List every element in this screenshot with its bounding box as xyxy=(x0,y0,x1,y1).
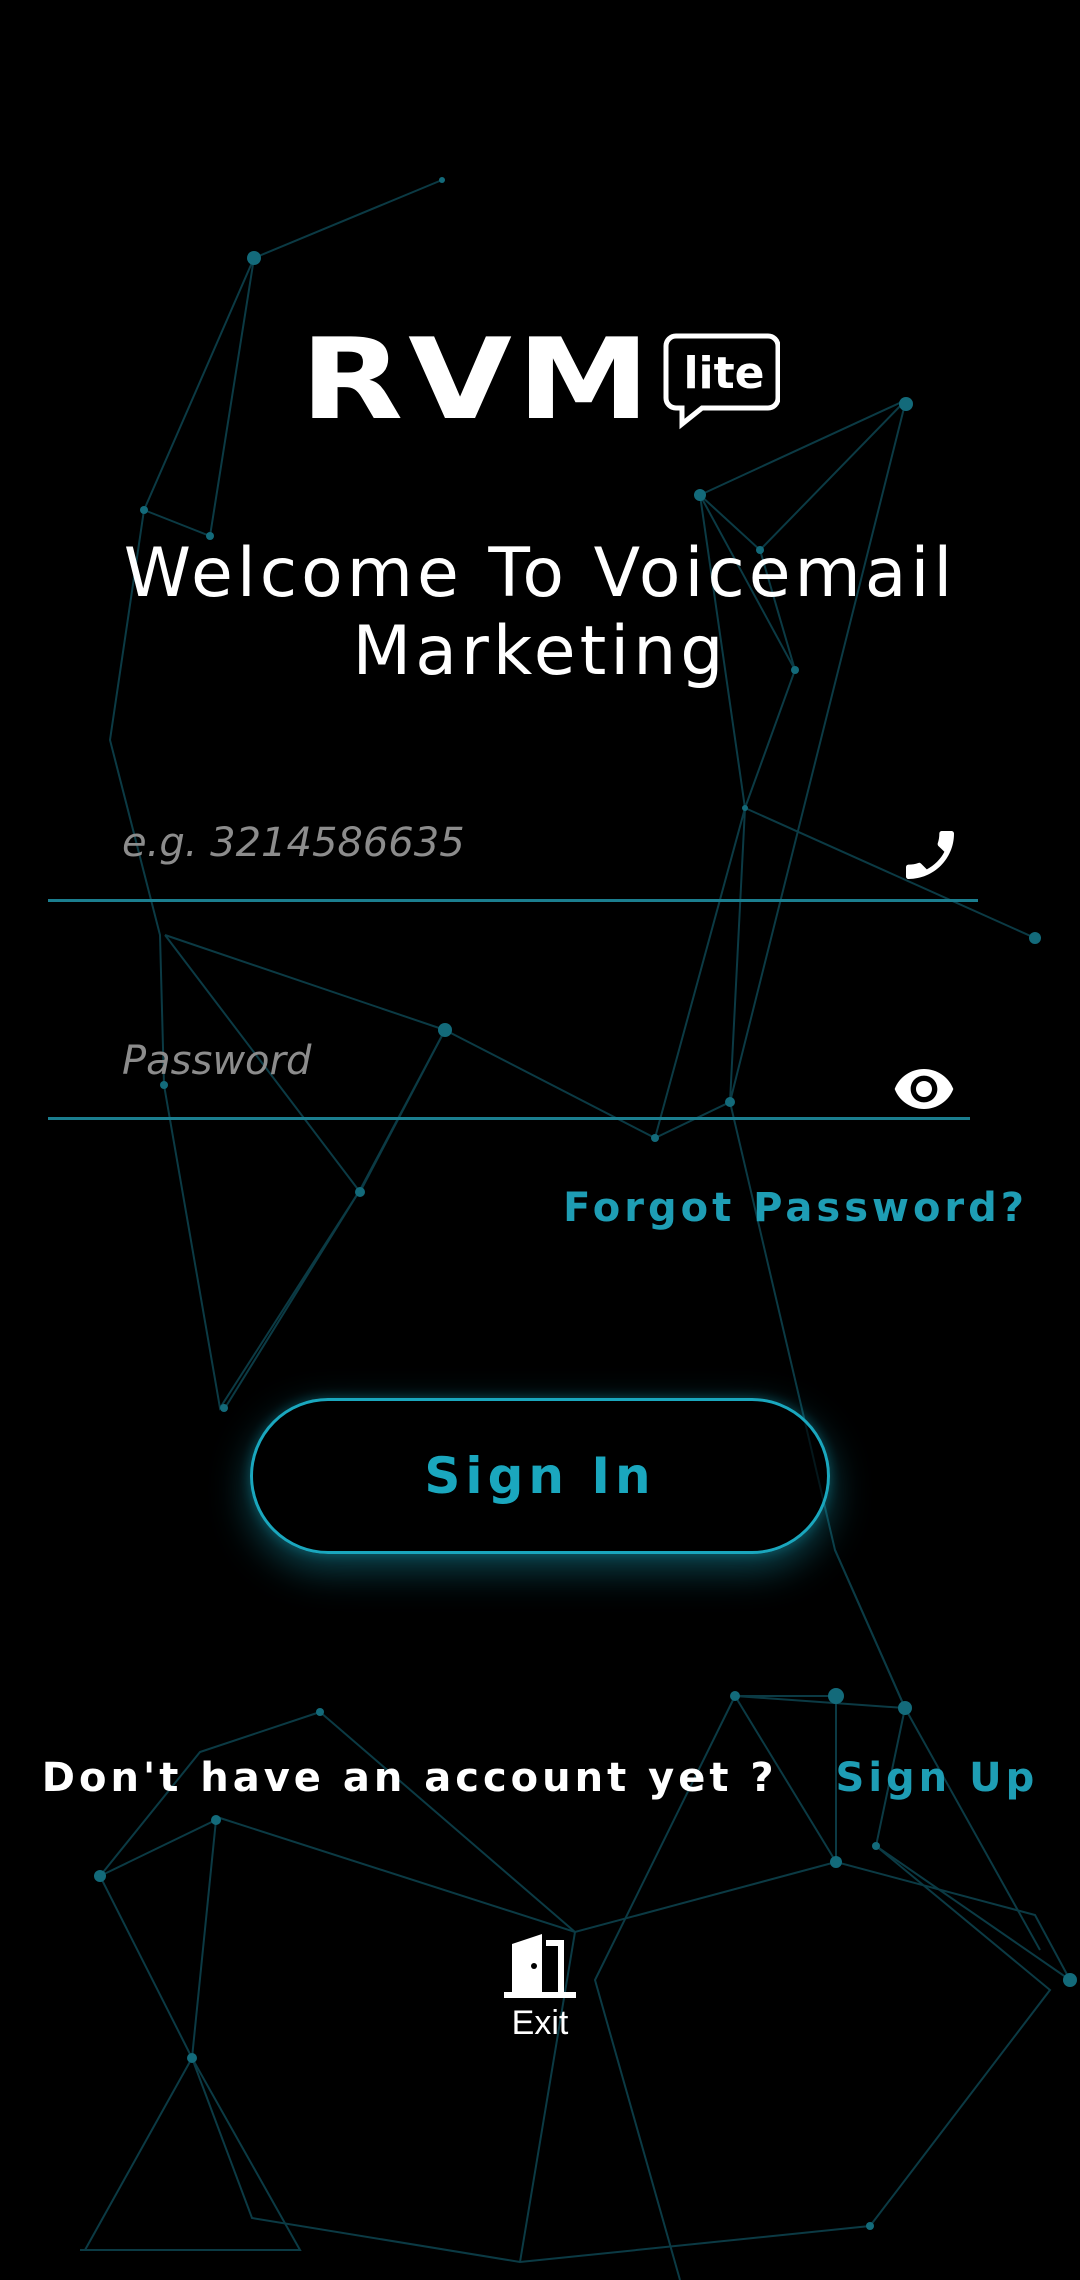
password-underline xyxy=(48,1117,970,1120)
signup-prompt: Don't have an account yet ? xyxy=(41,1755,778,1801)
password-field xyxy=(48,1015,970,1125)
phone-field xyxy=(48,797,978,907)
exit-button[interactable]: Exit xyxy=(490,1930,590,2055)
sign-up-link[interactable]: Sign Up xyxy=(836,1755,1039,1801)
welcome-line-1: Welcome To Voicemail xyxy=(123,534,957,613)
svg-text:lite: lite xyxy=(683,348,764,399)
phone-underline xyxy=(48,899,978,902)
welcome-heading: Welcome To Voicemail Marketing xyxy=(40,535,1040,691)
forgot-password-link[interactable]: Forgot Password? xyxy=(563,1185,1028,1231)
phone-icon xyxy=(898,823,962,887)
signup-row: Don't have an account yet ? Sign Up xyxy=(0,1755,1080,1801)
eye-icon[interactable] xyxy=(892,1057,956,1121)
rvm-lite-logo: RVM lite xyxy=(300,315,781,445)
door-icon xyxy=(490,1930,590,2000)
svg-text:RVM: RVM xyxy=(300,330,655,430)
phone-input[interactable] xyxy=(120,797,824,889)
welcome-line-2: Marketing xyxy=(352,612,728,691)
exit-label: Exit xyxy=(511,2004,569,2042)
password-input[interactable] xyxy=(120,1015,824,1107)
sign-in-button[interactable]: Sign In xyxy=(250,1398,830,1554)
